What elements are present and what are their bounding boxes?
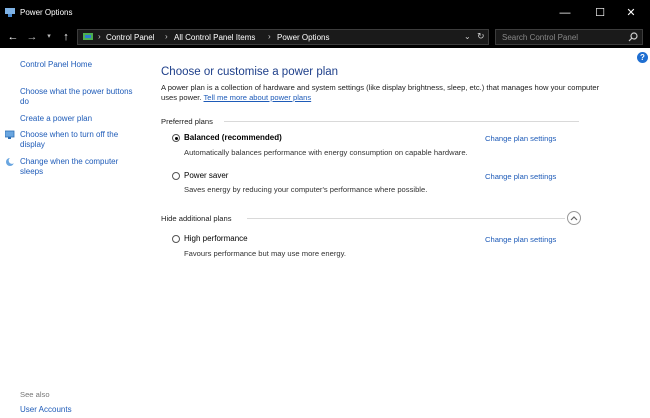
minimize-button[interactable]: — [550, 4, 580, 22]
control-panel-icon [83, 33, 93, 40]
power-saver-radio[interactable] [172, 172, 180, 180]
address-dropdown-chevron-icon[interactable]: ⌄ [464, 32, 471, 41]
balanced-radio[interactable] [172, 134, 180, 142]
close-button[interactable]: ✕ [616, 4, 646, 22]
breadcrumb-separator-icon[interactable]: › [98, 32, 101, 41]
window-title: Power Options [20, 8, 73, 17]
high-performance-radio[interactable] [172, 235, 180, 243]
page-title: Choose or customise a power plan [161, 66, 339, 78]
collapse-additional-plans-button[interactable] [567, 211, 581, 225]
power-saver-plan-description: Saves energy by reducing your computer's… [184, 185, 428, 194]
high-performance-plan-label[interactable]: High performance [184, 234, 248, 243]
address-bar[interactable]: › Control Panel › All Control Panel Item… [77, 29, 489, 45]
see-also-label: See also [20, 390, 50, 399]
create-power-plan-link[interactable]: Create a power plan [20, 114, 92, 124]
high-performance-plan-description: Favours performance but may use more ene… [184, 249, 346, 258]
up-arrow-icon[interactable]: ↑ [59, 30, 73, 44]
breadcrumb-separator-icon[interactable]: › [165, 32, 168, 41]
balanced-plan-label[interactable]: Balanced (recommended) [184, 133, 282, 142]
learn-more-link[interactable]: Tell me more about power plans [204, 93, 312, 102]
sleep-moon-icon [6, 157, 15, 166]
balanced-change-settings-link[interactable]: Change plan settings [485, 134, 556, 143]
control-panel-home-link[interactable]: Control Panel Home [20, 60, 92, 70]
breadcrumb-power-options[interactable]: Power Options [277, 33, 329, 42]
balanced-plan-description: Automatically balances performance with … [184, 148, 468, 157]
intro-paragraph: A power plan is a collection of hardware… [161, 83, 601, 103]
divider [247, 218, 565, 219]
search-input[interactable]: Search Control Panel [495, 29, 643, 45]
search-placeholder: Search Control Panel [502, 33, 579, 42]
chevron-up-icon [570, 216, 578, 221]
refresh-icon[interactable]: ↻ [477, 31, 485, 42]
hide-additional-plans-title[interactable]: Hide additional plans [161, 214, 232, 223]
forward-arrow-icon[interactable]: → [25, 30, 39, 44]
help-icon[interactable]: ? [637, 52, 648, 63]
address-toolbar: ← → ▾ ↑ › Control Panel › All Control Pa… [0, 26, 650, 48]
divider [224, 121, 579, 122]
breadcrumb-separator-icon[interactable]: › [268, 32, 271, 41]
breadcrumb-all-items[interactable]: All Control Panel Items [174, 33, 255, 42]
breadcrumb-control-panel[interactable]: Control Panel [106, 33, 154, 42]
title-bar: Power Options — ☐ ✕ [0, 0, 650, 26]
computer-sleeps-link[interactable]: Change when the computer sleeps [20, 157, 138, 177]
recent-locations-chevron-icon[interactable]: ▾ [42, 30, 56, 44]
back-arrow-icon[interactable]: ← [6, 30, 20, 44]
power-saver-plan-label[interactable]: Power saver [184, 171, 228, 180]
high-performance-change-settings-link[interactable]: Change plan settings [485, 235, 556, 244]
user-accounts-link[interactable]: User Accounts [20, 405, 72, 415]
power-options-icon [5, 8, 15, 17]
display-shield-icon [5, 130, 15, 139]
maximize-button[interactable]: ☐ [585, 4, 615, 22]
turn-off-display-link[interactable]: Choose when to turn off the display [20, 130, 130, 150]
preferred-plans-title: Preferred plans [161, 117, 213, 126]
power-buttons-link[interactable]: Choose what the power buttons do [20, 87, 138, 107]
search-icon[interactable] [628, 32, 638, 42]
power-saver-change-settings-link[interactable]: Change plan settings [485, 172, 556, 181]
